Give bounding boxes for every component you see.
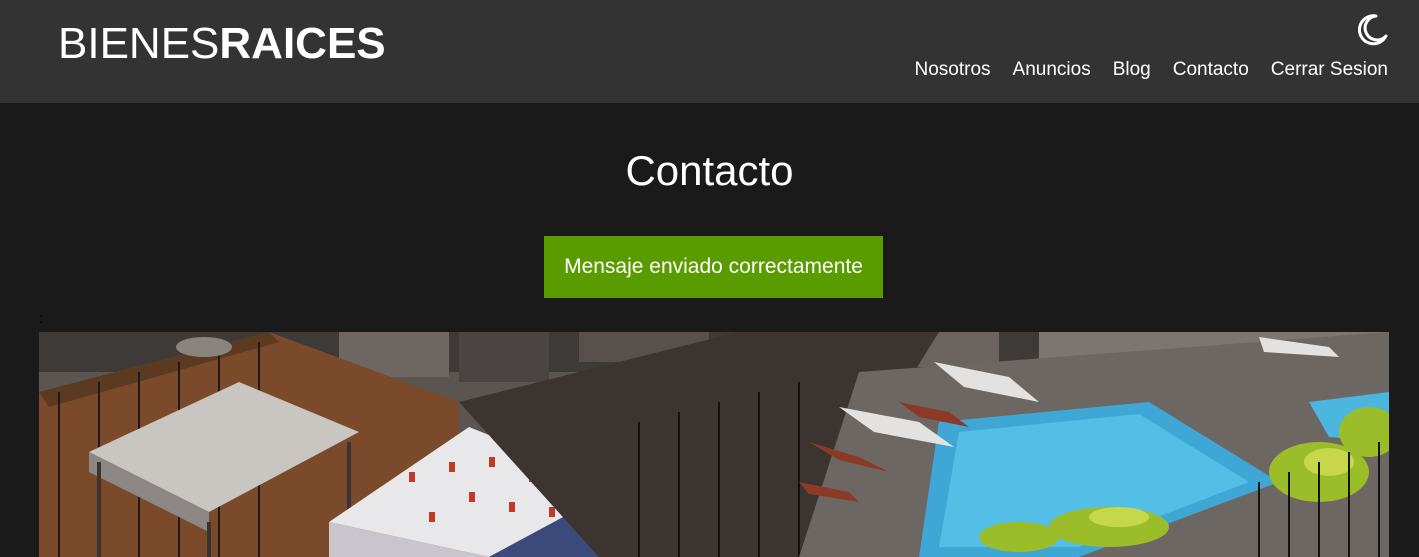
- logo-text-light: BIENES: [58, 19, 220, 68]
- nav-link-anuncios[interactable]: Anuncios: [1013, 58, 1091, 82]
- nav-link-nosotros[interactable]: Nosotros: [915, 58, 991, 82]
- main-nav: Nosotros Anuncios Blog Contacto Cerrar S…: [915, 58, 1389, 82]
- page-title: Contacto: [625, 147, 794, 194]
- site-header: BIENESRAICES Nosotros Anuncios Blog Cont…: [0, 0, 1419, 103]
- success-alert: Mensaje enviado correctamente: [544, 236, 883, 298]
- site-logo[interactable]: BIENESRAICES: [58, 20, 386, 68]
- stray-mark: :: [39, 310, 43, 326]
- moon-icon[interactable]: [1354, 12, 1390, 48]
- nav-link-contacto[interactable]: Contacto: [1173, 58, 1249, 82]
- contact-hero-image: [39, 332, 1389, 557]
- nav-link-blog[interactable]: Blog: [1113, 58, 1151, 82]
- nav-link-cerrar-sesion[interactable]: Cerrar Sesion: [1271, 58, 1388, 82]
- logo-text-bold: RAICES: [219, 19, 386, 68]
